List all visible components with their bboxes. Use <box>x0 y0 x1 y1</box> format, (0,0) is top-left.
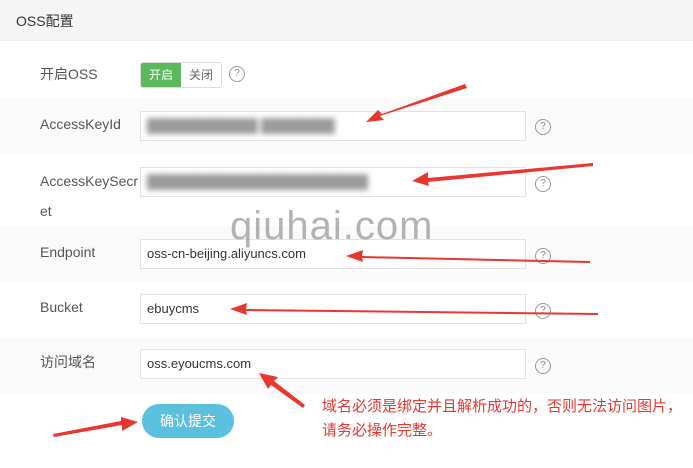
arrow-domain <box>259 373 305 408</box>
arrow-endpoint <box>346 250 590 263</box>
arrow-accesskeyid <box>366 84 467 122</box>
arrow-bucket <box>230 303 598 315</box>
arrow-accesskeysecret <box>412 163 593 186</box>
annotation-arrows <box>53 84 598 437</box>
arrow-submit <box>53 417 138 437</box>
